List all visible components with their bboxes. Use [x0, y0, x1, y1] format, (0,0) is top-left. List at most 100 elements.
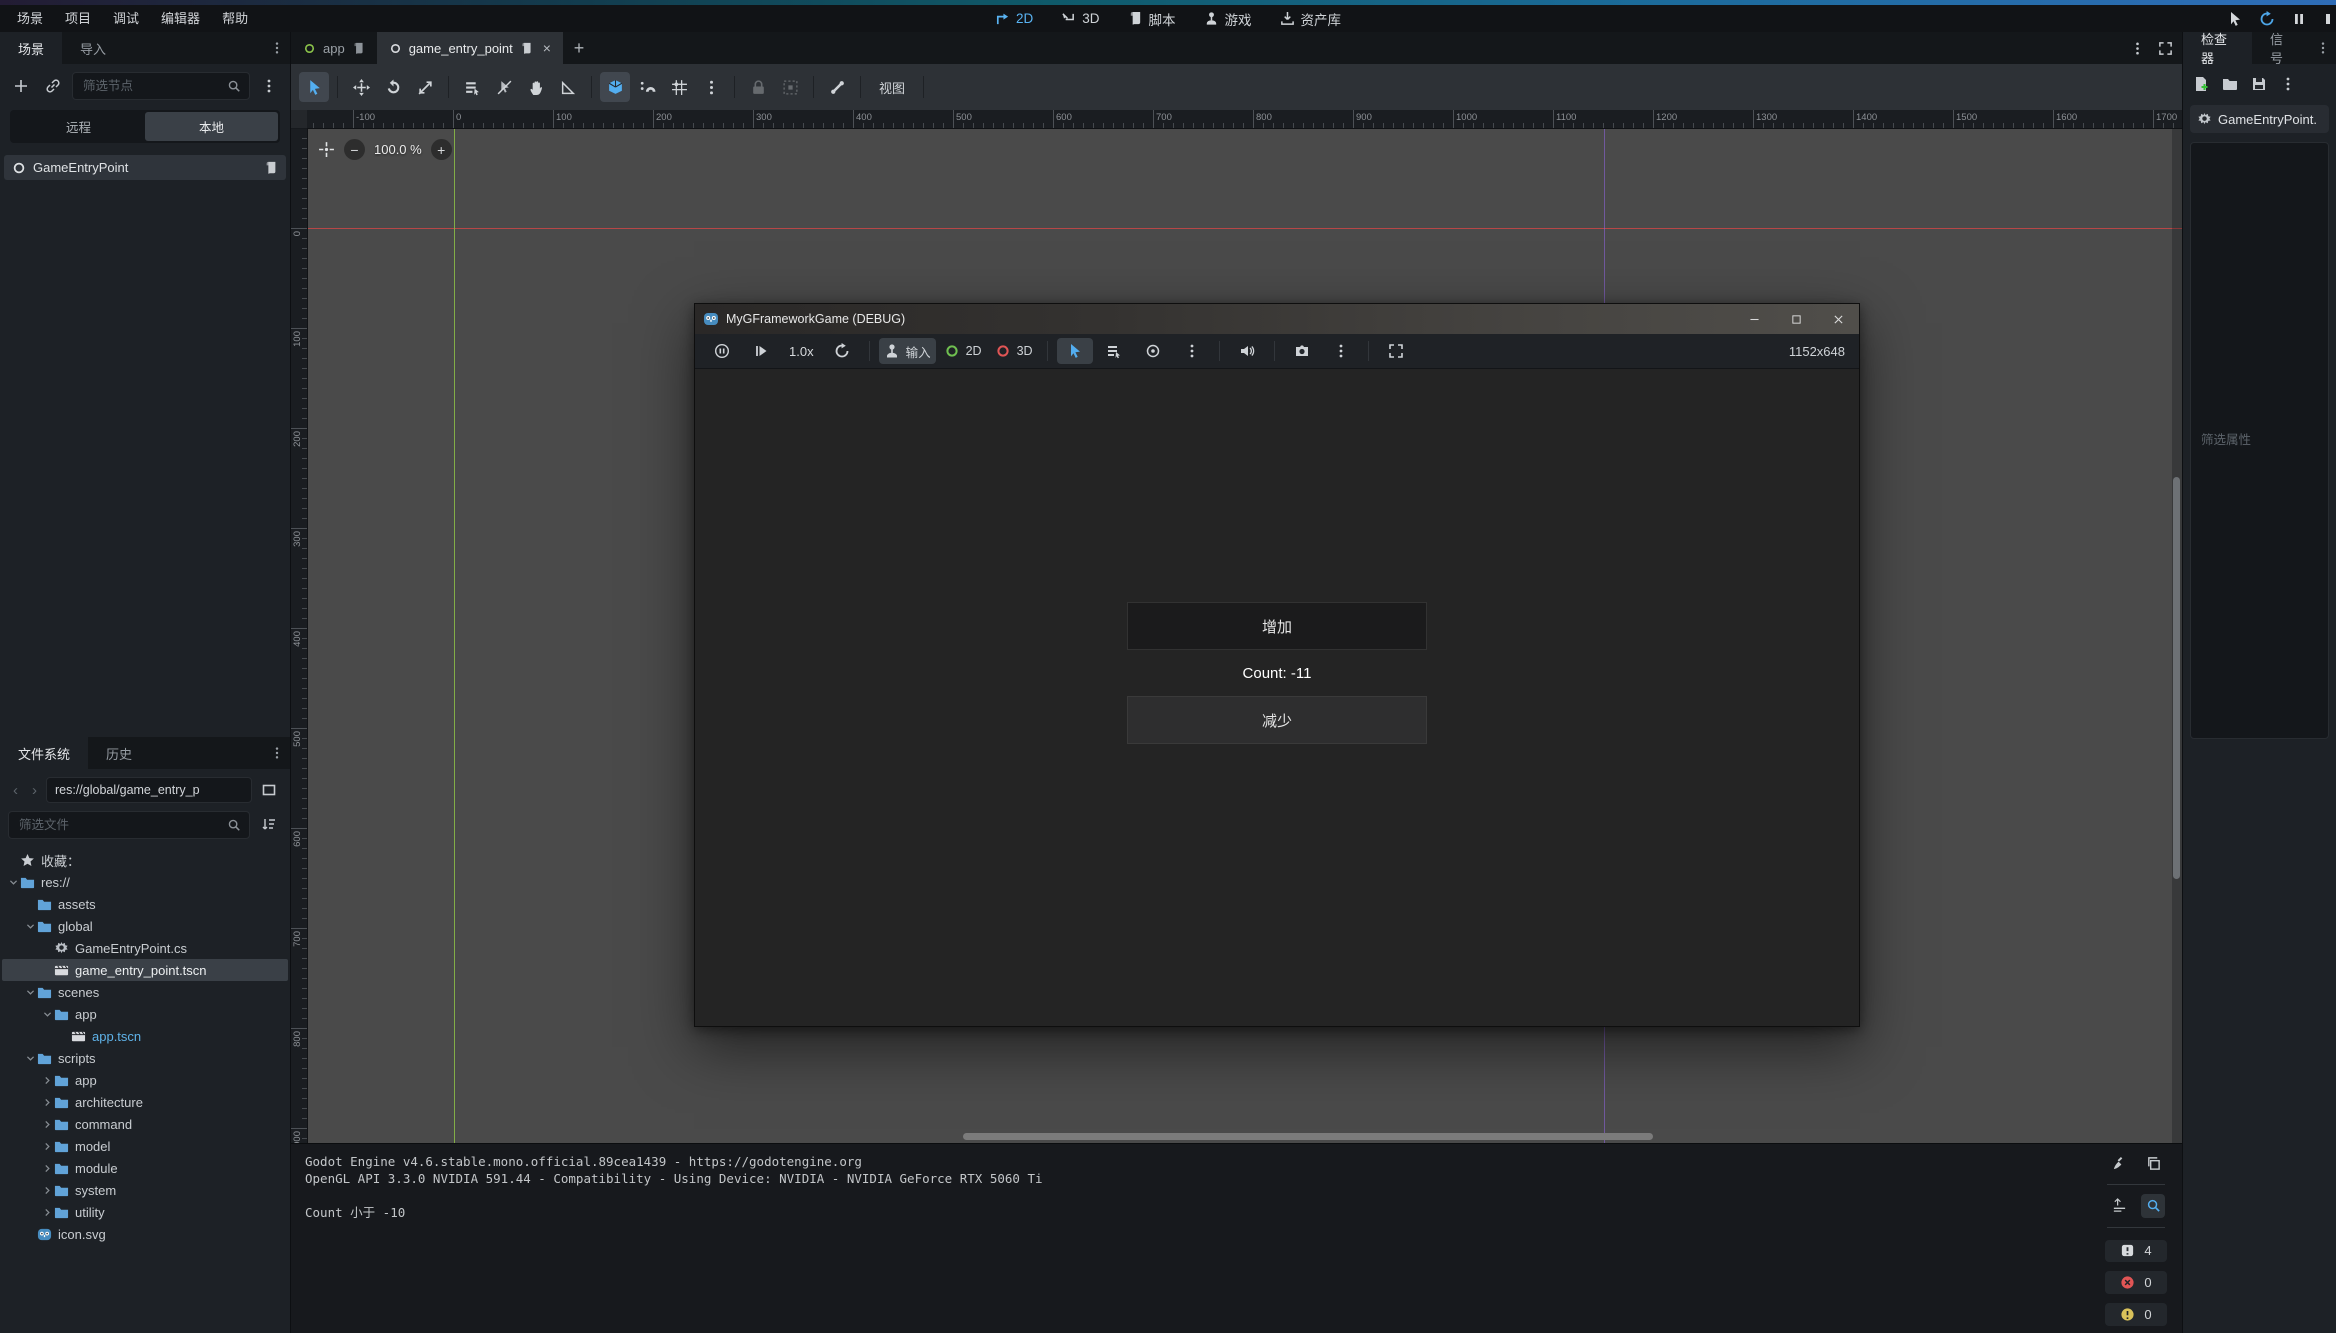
vertical-scrollbar[interactable]	[2173, 477, 2180, 879]
expander-closed-icon[interactable]	[40, 1075, 54, 1086]
expander-closed-icon[interactable]	[40, 1119, 54, 1130]
game-window-titlebar[interactable]: MyGFrameworkGame (DEBUG)	[695, 304, 1859, 334]
deselect-tool-button[interactable]	[489, 72, 519, 102]
messages-count-button[interactable]: 4	[2105, 1240, 2167, 1263]
expander-closed-icon[interactable]	[40, 1141, 54, 1152]
fs-item-app-tscn[interactable]: app.tscn	[2, 1025, 288, 1047]
warnings-count-button[interactable]: 0	[2105, 1303, 2167, 1326]
collapse-duplicates-button[interactable]	[2107, 1194, 2131, 1218]
scene-tree-menu-button[interactable]	[256, 73, 282, 99]
forward-icon[interactable]: ›	[27, 782, 42, 799]
menu-project[interactable]: 项目	[54, 5, 102, 32]
camera-button[interactable]	[1284, 338, 1320, 364]
expander-open-icon[interactable]	[40, 1009, 54, 1020]
distraction-free-button[interactable]	[2152, 35, 2178, 61]
minimize-button[interactable]	[1733, 304, 1775, 334]
attached-script-icon[interactable]	[264, 161, 278, 175]
copy-output-button[interactable]	[2141, 1151, 2165, 1175]
scene-tab-game_entry_point[interactable]: game_entry_point×	[377, 32, 563, 64]
grid-snap-tool-button[interactable]	[664, 72, 694, 102]
center-view-icon[interactable]	[318, 141, 335, 158]
errors-count-button[interactable]: 0	[2105, 1271, 2167, 1294]
fs-item-res-root[interactable]: res://	[2, 871, 288, 893]
skeleton-options-tool-button[interactable]	[822, 72, 852, 102]
inspector-menu-button[interactable]	[2276, 72, 2300, 96]
expander-closed-icon[interactable]	[40, 1163, 54, 1174]
filesystem-tabbar-menu-button[interactable]	[264, 737, 290, 769]
current-path-field[interactable]	[46, 777, 252, 803]
load-resource-button[interactable]	[2218, 72, 2242, 96]
maximize-button[interactable]	[1775, 304, 1817, 334]
expander-open-icon[interactable]	[23, 921, 37, 932]
inspector-tab-inspector[interactable]: 检查器	[2183, 32, 2252, 64]
cursor-tool-button[interactable]	[2227, 11, 2243, 27]
fs-item-global[interactable]: global	[2, 915, 288, 937]
new-resource-button[interactable]	[2189, 72, 2213, 96]
search-output-button[interactable]	[2141, 1194, 2165, 1218]
zoom-in-button[interactable]: +	[431, 139, 452, 160]
increase-button[interactable]: 增加	[1127, 602, 1427, 650]
fs-item-model[interactable]: model	[2, 1135, 288, 1157]
mute-audio-button[interactable]	[1229, 338, 1265, 364]
scene-tabbar-menu-button[interactable]	[2124, 35, 2150, 61]
decrease-button[interactable]: 减少	[1127, 696, 1427, 744]
fs-item-icon-svg[interactable]: icon.svg	[2, 1223, 288, 1245]
3d-debug-button[interactable]: 3D	[990, 338, 1038, 364]
fs-item-utility[interactable]: utility	[2, 1201, 288, 1223]
filter-files-input[interactable]	[17, 817, 221, 833]
filter-nodes-input[interactable]	[81, 78, 221, 94]
fs-item-scenes[interactable]: scenes	[2, 981, 288, 1003]
pick-list-button[interactable]	[1096, 338, 1132, 364]
fs-item-favorites[interactable]: 收藏：	[2, 849, 288, 871]
edited-object-row[interactable]: GameEntryPoint.	[2190, 105, 2329, 133]
input-mode-button[interactable]: 输入	[879, 338, 936, 364]
expander-closed-icon[interactable]	[40, 1207, 54, 1218]
next-frame-button[interactable]	[743, 338, 779, 364]
horizontal-scrollbar[interactable]	[963, 1133, 1653, 1140]
new-scene-tab-button[interactable]: +	[563, 32, 595, 64]
expander-open-icon[interactable]	[6, 877, 20, 888]
select-list-tool-button[interactable]	[457, 72, 487, 102]
select-tool-button[interactable]	[299, 72, 329, 102]
filter-files-field[interactable]	[8, 811, 250, 839]
fs-item-assets[interactable]: assets	[2, 893, 288, 915]
scale-tool-button[interactable]	[410, 72, 440, 102]
2d-debug-button[interactable]: 2D	[939, 338, 987, 364]
expander-closed-icon[interactable]	[40, 1185, 54, 1196]
menu-debug[interactable]: 调试	[102, 5, 150, 32]
add-node-button[interactable]	[8, 73, 34, 99]
pause-game-button[interactable]	[2291, 11, 2307, 27]
workspace-game[interactable]: 游戏	[1204, 9, 1252, 29]
workspace-2d[interactable]: 2D	[995, 11, 1033, 26]
inspector-tab-signals[interactable]: 信号	[2252, 32, 2310, 64]
fs-item-command[interactable]: command	[2, 1113, 288, 1135]
pan-tool-button[interactable]	[521, 72, 551, 102]
view-menu-button[interactable]: 视图	[869, 78, 915, 97]
stop-game-button[interactable]	[2323, 11, 2330, 27]
restart-button[interactable]	[824, 338, 860, 364]
fullscreen-button[interactable]	[1378, 338, 1414, 364]
filter-properties-field[interactable]	[2190, 142, 2329, 739]
expander-open-icon[interactable]	[23, 987, 37, 998]
workspace-assetlib[interactable]: 资产库	[1280, 9, 1342, 29]
close-button[interactable]	[1817, 304, 1859, 334]
camera-override-button[interactable]	[1135, 338, 1171, 364]
filter-nodes-field[interactable]	[72, 72, 250, 100]
close-tab-icon[interactable]: ×	[543, 41, 551, 55]
instance-scene-button[interactable]	[40, 73, 66, 99]
mode-remote-button[interactable]: 远程	[12, 112, 145, 141]
back-icon[interactable]: ‹	[8, 782, 23, 799]
rotate-tool-button[interactable]	[378, 72, 408, 102]
filesystem-tab-filesystem[interactable]: 文件系统	[0, 737, 88, 769]
mode-local-button[interactable]: 本地	[145, 112, 278, 141]
fs-item-module[interactable]: module	[2, 1157, 288, 1179]
fs-item-scenes-app[interactable]: app	[2, 1003, 288, 1025]
move-tool-button[interactable]	[346, 72, 376, 102]
zoom-out-button[interactable]: −	[344, 139, 365, 160]
smart-snap-tool-button[interactable]	[600, 72, 630, 102]
zoom-level-label[interactable]: 100.0 %	[374, 142, 422, 157]
snap-menu-tool-button[interactable]	[696, 72, 726, 102]
speed-selector[interactable]: 1.0x	[782, 344, 821, 359]
expander-closed-icon[interactable]	[40, 1097, 54, 1108]
workspace-script[interactable]: 脚本	[1128, 9, 1176, 29]
